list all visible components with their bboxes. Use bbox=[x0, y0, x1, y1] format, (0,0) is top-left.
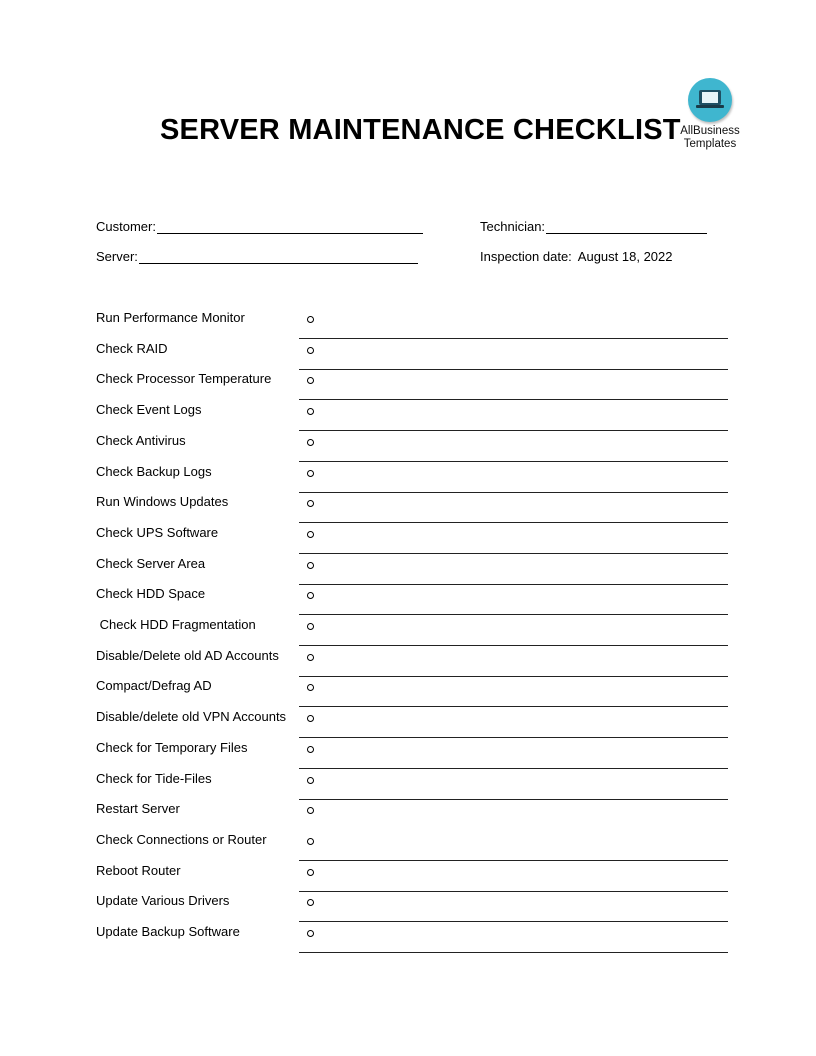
checkbox-circle[interactable] bbox=[307, 745, 314, 753]
checkbox-circle[interactable] bbox=[307, 408, 314, 416]
checkbox-circle[interactable] bbox=[307, 715, 314, 723]
server-label: Server: bbox=[96, 249, 138, 264]
checkbox-circle[interactable] bbox=[307, 623, 314, 630]
checkbox-circle[interactable] bbox=[307, 684, 314, 692]
answer-line[interactable] bbox=[299, 614, 728, 616]
answer-line[interactable] bbox=[299, 921, 728, 923]
answer-line[interactable] bbox=[299, 675, 728, 677]
answer-line[interactable] bbox=[299, 368, 728, 370]
technician-field: Technician: bbox=[480, 219, 708, 234]
checkbox-circle[interactable] bbox=[307, 561, 314, 569]
checklist-item-label: Check Event Logs bbox=[96, 402, 202, 418]
customer-field: Customer: bbox=[96, 219, 423, 234]
checklist-item-label: Check RAID bbox=[96, 340, 168, 356]
checkbox-circle[interactable] bbox=[307, 438, 314, 446]
checklist-item-label: Check Processor Temperature bbox=[96, 371, 272, 387]
checkbox-circle[interactable] bbox=[307, 776, 314, 784]
answer-line[interactable] bbox=[299, 952, 728, 953]
answer-line[interactable] bbox=[299, 890, 728, 892]
server-field: Server: bbox=[96, 249, 418, 264]
technician-input[interactable] bbox=[546, 221, 708, 234]
checklist-item-label: Update Backup Software bbox=[96, 924, 240, 939]
inspection-date-label: Inspection date: bbox=[480, 249, 572, 264]
answer-line[interactable] bbox=[299, 583, 728, 585]
inspection-date-value[interactable]: August 18, 2022 bbox=[578, 249, 673, 264]
checklist-item-label: Check Backup Logs bbox=[96, 463, 212, 479]
checklist-item-label: Compact/Defrag AD bbox=[96, 678, 212, 694]
checkbox-circle[interactable] bbox=[307, 500, 314, 508]
answer-line[interactable] bbox=[299, 522, 728, 524]
checklist-item-label: Check HDD Fragmentation bbox=[96, 617, 256, 632]
answer-line[interactable] bbox=[299, 460, 728, 462]
answer-line[interactable] bbox=[299, 767, 728, 769]
answer-line[interactable] bbox=[299, 706, 728, 708]
checklist-item-label: Check Server Area bbox=[96, 555, 206, 571]
checklist-item-label: Check for Temporary Files bbox=[96, 739, 248, 755]
checkbox-circle[interactable] bbox=[307, 930, 314, 937]
checklist-item-label: Disable/delete old VPN Accounts bbox=[96, 709, 287, 725]
logo-text: AllBusiness Templates bbox=[672, 125, 748, 151]
allbusiness-logo: AllBusiness Templates bbox=[672, 78, 748, 151]
technician-label: Technician: bbox=[480, 219, 546, 234]
server-input[interactable] bbox=[138, 251, 418, 264]
checklist-item-label: Update Various Drivers bbox=[96, 893, 230, 909]
checklist-item-label: Disable/Delete old AD Accounts bbox=[96, 647, 279, 663]
checkbox-circle[interactable] bbox=[307, 316, 314, 323]
checkbox-circle[interactable] bbox=[307, 868, 314, 876]
answer-line[interactable] bbox=[299, 737, 728, 739]
checkbox-circle[interactable] bbox=[307, 653, 314, 661]
checklist-item-label: Check Antivirus bbox=[96, 432, 186, 448]
logo-line2: Templates bbox=[683, 138, 737, 150]
answer-line[interactable] bbox=[299, 859, 728, 861]
checklist-item-label: Restart Server bbox=[96, 801, 180, 817]
checkbox-circle[interactable] bbox=[307, 807, 314, 815]
checkbox-circle[interactable] bbox=[307, 530, 314, 538]
answer-line[interactable] bbox=[299, 491, 728, 493]
inspection-date-field: Inspection date: August 18, 2022 bbox=[480, 249, 673, 264]
checkbox-circle[interactable] bbox=[307, 377, 314, 385]
answer-line[interactable] bbox=[299, 552, 728, 554]
checkbox-circle[interactable] bbox=[307, 837, 314, 845]
checklist-item-label: Run Performance Monitor bbox=[96, 310, 245, 325]
checklist-item-label: Check for Tide-Files bbox=[96, 770, 212, 786]
answer-line[interactable] bbox=[299, 338, 728, 339]
checklist-item-label: Run Windows Updates bbox=[96, 494, 229, 510]
checkbox-circle[interactable] bbox=[307, 592, 314, 600]
answer-line[interactable] bbox=[299, 430, 728, 432]
checkbox-circle[interactable] bbox=[307, 469, 314, 477]
customer-label: Customer: bbox=[96, 219, 156, 234]
checklist-item-label: Check HDD Space bbox=[96, 586, 206, 602]
checklist-item-label: Reboot Router bbox=[96, 862, 181, 878]
checkbox-circle[interactable] bbox=[307, 899, 314, 907]
checklist-item-label: Check UPS Software bbox=[96, 524, 219, 540]
checklist-item-label: Check Connections or Router bbox=[96, 831, 267, 847]
laptop-icon bbox=[688, 78, 732, 122]
customer-input[interactable] bbox=[156, 221, 423, 234]
document-title: SERVER MAINTENANCE CHECKLIST bbox=[160, 114, 681, 146]
answer-line[interactable] bbox=[299, 798, 728, 800]
answer-line[interactable] bbox=[299, 399, 728, 401]
answer-line[interactable] bbox=[299, 645, 728, 646]
logo-line1: AllBusiness bbox=[680, 125, 740, 137]
checkbox-circle[interactable] bbox=[307, 346, 314, 354]
